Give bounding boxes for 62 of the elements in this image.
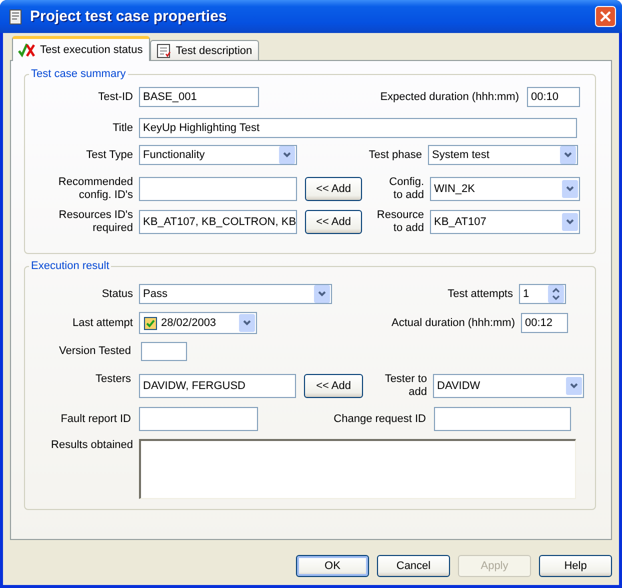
field-label: Title bbox=[112, 122, 133, 134]
chevron-down-icon bbox=[279, 146, 295, 164]
window-title: Project test case properties bbox=[30, 8, 228, 25]
fault-report-field[interactable] bbox=[139, 407, 258, 431]
results-field[interactable] bbox=[139, 439, 576, 499]
attempts-spinner[interactable]: 1 bbox=[519, 284, 566, 304]
group-title: Test case summary bbox=[30, 67, 127, 81]
dialog-button[interactable]: Help bbox=[539, 555, 612, 577]
field-label: Test phase bbox=[368, 148, 422, 162]
dialog-button[interactable]: Cancel bbox=[377, 555, 450, 577]
check-cross-icon bbox=[18, 42, 36, 58]
checkbox[interactable] bbox=[144, 316, 157, 330]
field-label: Test Type bbox=[85, 148, 133, 162]
resources-field[interactable]: KB_AT107, KB_COLTRON, KB bbox=[139, 210, 297, 234]
testers-field[interactable]: DAVIDW, FERGUSD bbox=[139, 374, 296, 398]
field-label: Actual duration (hhh:mm) bbox=[390, 316, 515, 330]
status-dropdown[interactable]: Pass bbox=[139, 284, 332, 304]
field-label: Results obtained bbox=[50, 439, 133, 452]
field-label: Resource to add bbox=[376, 209, 424, 235]
date-picker[interactable]: 28/02/2003 bbox=[139, 312, 257, 334]
add-button[interactable]: << Add bbox=[305, 210, 362, 234]
field-label: Resources ID's required bbox=[58, 209, 133, 235]
title-field[interactable]: KeyUp Highlighting Test bbox=[139, 118, 577, 138]
version-field[interactable] bbox=[141, 342, 187, 361]
add-button[interactable]: << Add bbox=[305, 177, 362, 201]
field-label: Expected duration (hhh:mm) bbox=[379, 90, 519, 104]
tab[interactable]: Test description bbox=[150, 40, 260, 60]
change-request-field[interactable] bbox=[434, 407, 571, 431]
test-phase-dropdown[interactable]: System test bbox=[428, 145, 578, 165]
tester-dropdown[interactable]: DAVIDW bbox=[433, 374, 584, 398]
field-label: Status bbox=[100, 288, 133, 300]
document-icon bbox=[8, 8, 24, 24]
chevron-down-icon bbox=[239, 314, 255, 332]
chevron-down-icon bbox=[560, 146, 576, 164]
field-label: Fault report ID bbox=[60, 412, 131, 426]
field-label: Tester to add bbox=[384, 373, 427, 399]
field-label: Change request ID bbox=[332, 412, 426, 426]
close-icon[interactable] bbox=[595, 6, 616, 27]
field-label: Version Tested bbox=[58, 345, 131, 358]
spin-arrows-icon bbox=[548, 285, 564, 303]
test-id-field[interactable]: BASE_001 bbox=[139, 87, 259, 107]
chevron-down-icon bbox=[562, 180, 578, 198]
duration-field[interactable]: 00:12 bbox=[521, 313, 568, 333]
field-label: Config. to add bbox=[388, 176, 424, 202]
tab[interactable]: Test execution status bbox=[12, 36, 150, 61]
group-title: Execution result bbox=[30, 259, 110, 273]
chevron-down-icon bbox=[562, 213, 578, 231]
field-label: Test-ID bbox=[97, 90, 133, 104]
field-label: Testers bbox=[94, 373, 131, 386]
chevron-down-icon bbox=[566, 377, 582, 395]
resource-dropdown[interactable]: KB_AT107 bbox=[430, 210, 580, 234]
duration-field[interactable]: 00:10 bbox=[527, 87, 580, 107]
notepad-icon bbox=[156, 42, 172, 58]
chevron-down-icon bbox=[314, 285, 330, 303]
field-label: Test attempts bbox=[446, 288, 513, 300]
dialog-button[interactable]: OK bbox=[296, 555, 369, 577]
test-type-dropdown[interactable]: Functionality bbox=[139, 145, 297, 165]
config-ids-field[interactable] bbox=[139, 177, 297, 201]
config-dropdown[interactable]: WIN_2K bbox=[430, 177, 580, 201]
field-label: Last attempt bbox=[71, 316, 133, 330]
field-label: Recommended config. ID's bbox=[57, 176, 133, 202]
add-button[interactable]: << Add bbox=[304, 374, 363, 398]
